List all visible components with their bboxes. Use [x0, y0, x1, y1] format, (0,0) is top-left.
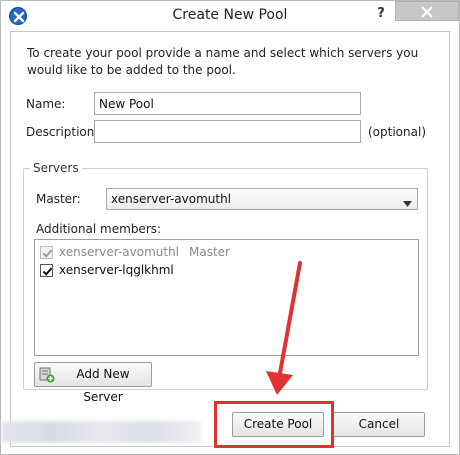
annotation-arrow	[266, 261, 302, 395]
watermark-logo	[331, 406, 456, 446]
create-pool-dialog: Create New Pool ? To create your pool pr…	[0, 0, 460, 455]
